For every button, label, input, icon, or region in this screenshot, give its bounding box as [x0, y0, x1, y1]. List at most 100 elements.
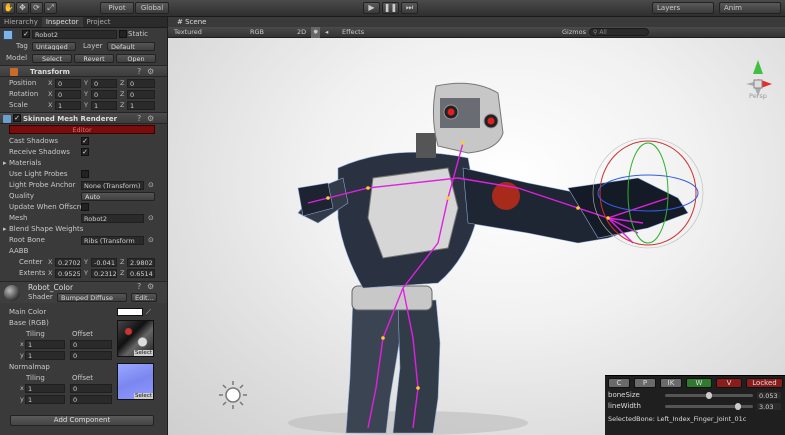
bone-locked-button[interactable]: Locked — [746, 378, 783, 388]
gizmos-dropdown[interactable]: Gizmos — [562, 27, 586, 38]
help-icon[interactable]: ? — [137, 282, 141, 292]
shader-edit-button[interactable]: Edit... — [131, 293, 157, 302]
rotation-y-field[interactable]: 0 — [91, 90, 117, 99]
scale-x-field[interactable]: 1 — [55, 101, 81, 110]
scale-y-field[interactable]: 1 — [91, 101, 117, 110]
material-header[interactable]: Robot_Color ? ⚙ Shader Bumped Diffuse Ed… — [0, 281, 167, 303]
global-toggle[interactable]: Global — [135, 2, 169, 14]
normal-tiling-y-field[interactable]: 1 — [25, 395, 65, 404]
pivot-toggle[interactable]: Pivot — [100, 2, 134, 14]
bone-size-field[interactable]: 0.053 — [756, 391, 782, 400]
center-x-field[interactable]: 0.2702 — [55, 258, 81, 267]
position-z-field[interactable]: 0 — [127, 79, 155, 88]
layer-dropdown[interactable]: Default — [107, 42, 155, 51]
extents-x-field[interactable]: 0.9525 — [55, 269, 81, 278]
scale-icon[interactable]: ⤢ — [44, 2, 57, 14]
active-checkbox[interactable]: ✓ — [22, 30, 30, 38]
color-mode-dropdown[interactable]: RGB — [250, 27, 264, 38]
persp-label[interactable]: Persp — [749, 92, 767, 100]
center-y-field[interactable]: -0.041 — [91, 258, 117, 267]
center-z-field[interactable]: 2.9802 — [127, 258, 155, 267]
blend-shape-row[interactable]: ▸ Blend Shape Weights — [0, 224, 167, 235]
move-icon[interactable]: ✥ — [16, 2, 29, 14]
help-icon[interactable]: ? — [137, 114, 141, 124]
update-offscreen-checkbox[interactable] — [81, 203, 89, 211]
static-checkbox[interactable] — [119, 30, 127, 38]
skinned-enabled-checkbox[interactable]: ✓ — [13, 114, 21, 122]
lighting-toggle-icon[interactable]: ✸ — [311, 27, 321, 38]
tag-dropdown[interactable]: Untagged — [32, 42, 76, 51]
light-probe-anchor-field[interactable]: None (Transform) — [81, 181, 144, 190]
object-picker-icon[interactable]: ⊙ — [148, 180, 154, 191]
scene-tab[interactable]: # Scene — [172, 17, 212, 27]
model-revert-button[interactable]: Revert — [74, 54, 114, 63]
line-width-slider-thumb[interactable] — [734, 403, 741, 410]
hand-icon[interactable]: ✋ — [2, 2, 15, 14]
audio-toggle-icon[interactable]: ◂ — [325, 27, 328, 38]
gear-icon[interactable]: ⚙ — [147, 282, 154, 292]
mesh-field[interactable]: Robot2 — [81, 214, 144, 223]
pause-button[interactable]: ❚❚ — [382, 2, 399, 14]
use-light-probes-checkbox[interactable] — [81, 170, 89, 178]
scene-search-input[interactable]: ⚲ All — [589, 28, 649, 36]
bone-p-button[interactable]: P — [634, 378, 656, 388]
materials-row[interactable]: ▸ Materials — [0, 158, 167, 169]
editor-bar[interactable]: Editor — [9, 125, 155, 134]
scale-z-field[interactable]: 1 — [127, 101, 155, 110]
quality-dropdown[interactable]: Auto — [81, 192, 155, 201]
rotate-icon[interactable]: ⟳ — [30, 2, 43, 14]
object-picker-icon[interactable]: ⊙ — [148, 213, 154, 224]
base-offset-x-field[interactable]: 0 — [70, 340, 112, 349]
layout-dropdown[interactable]: Anim — [719, 2, 781, 14]
base-tiling-x-field[interactable]: 1 — [25, 340, 65, 349]
axis-x-label: x — [20, 340, 24, 348]
normal-tiling-x-field[interactable]: 1 — [25, 384, 65, 393]
position-y-field[interactable]: 0 — [91, 79, 117, 88]
bone-v-button[interactable]: V — [716, 378, 742, 388]
object-name-field[interactable]: Robot2 — [32, 30, 117, 39]
effects-dropdown[interactable]: Effects — [342, 27, 364, 38]
bone-size-slider-thumb[interactable] — [706, 392, 712, 399]
scene-viewport[interactable]: Persp C P IK W V Locked boneSize 0.053 l… — [168, 38, 785, 435]
extents-y-field[interactable]: 0.2312 — [91, 269, 117, 278]
step-button[interactable]: ⏭ — [401, 2, 418, 14]
bone-size-slider[interactable] — [665, 392, 753, 399]
extents-z-field[interactable]: 0.6514 — [127, 269, 155, 278]
root-bone-field[interactable]: Ribs (Transform — [81, 236, 144, 245]
tab-project[interactable]: Project — [83, 17, 115, 27]
normal-offset-y-field[interactable]: 0 — [70, 395, 112, 404]
layers-dropdown[interactable]: Layers — [652, 2, 714, 14]
skinned-mesh-header[interactable]: ✓ Skinned Mesh Renderer ? ⚙ — [0, 112, 167, 124]
object-picker-icon[interactable]: ⊙ — [148, 235, 154, 246]
model-select-button[interactable]: Select — [32, 54, 72, 63]
base-texture-thumbnail[interactable]: Select — [117, 320, 154, 357]
render-mode-dropdown[interactable]: Textured — [174, 27, 202, 38]
main-color-swatch[interactable] — [117, 308, 143, 316]
mode-2d-toggle[interactable]: 2D — [297, 27, 306, 38]
base-offset-y-field[interactable]: 0 — [70, 351, 112, 360]
add-component-button[interactable]: Add Component — [10, 415, 154, 426]
bone-w-button[interactable]: W — [686, 378, 712, 388]
rotation-x-field[interactable]: 0 — [55, 90, 81, 99]
tab-hierarchy[interactable]: Hierarchy — [0, 17, 42, 27]
line-width-field[interactable]: 3.03 — [756, 402, 782, 411]
help-icon[interactable]: ? — [137, 67, 141, 77]
gear-icon[interactable]: ⚙ — [147, 114, 154, 124]
tab-inspector[interactable]: Inspector — [41, 17, 83, 27]
shader-dropdown[interactable]: Bumped Diffuse — [57, 293, 127, 302]
model-open-button[interactable]: Open — [116, 54, 156, 63]
eyedropper-icon[interactable]: ⟋ — [146, 307, 151, 318]
base-tiling-y-field[interactable]: 1 — [25, 351, 65, 360]
rotation-z-field[interactable]: 0 — [127, 90, 155, 99]
gear-icon[interactable]: ⚙ — [147, 67, 154, 77]
bone-c-button[interactable]: C — [608, 378, 630, 388]
position-x-field[interactable]: 0 — [55, 79, 81, 88]
cast-shadows-checkbox[interactable]: ✓ — [81, 137, 89, 145]
line-width-slider[interactable] — [665, 403, 753, 410]
normal-offset-x-field[interactable]: 0 — [70, 384, 112, 393]
normalmap-thumbnail[interactable]: Select — [117, 363, 154, 400]
receive-shadows-checkbox[interactable]: ✓ — [81, 148, 89, 156]
transform-header[interactable]: Transform ? ⚙ — [0, 65, 167, 77]
bone-ik-button[interactable]: IK — [660, 378, 682, 388]
play-button[interactable]: ▶ — [363, 2, 380, 14]
